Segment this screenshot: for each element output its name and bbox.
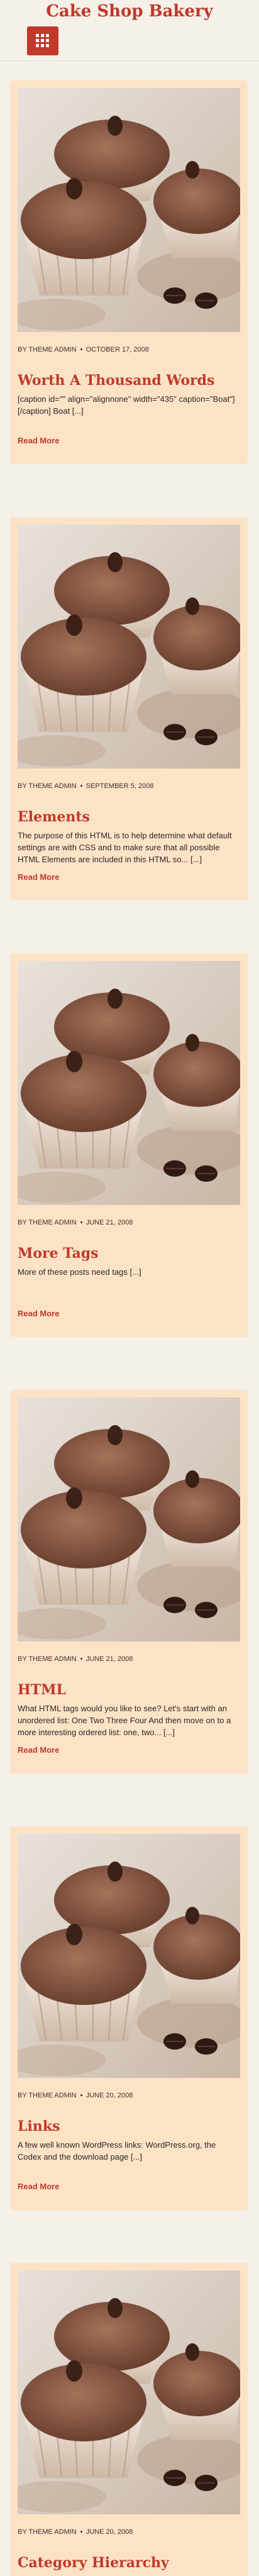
read-more-link[interactable]: Read More: [18, 2181, 59, 2192]
post-thumbnail[interactable]: [18, 525, 240, 769]
meta-separator-icon: [80, 2530, 82, 2533]
read-more-link[interactable]: Read More: [18, 872, 59, 883]
post-card: BY THEME ADMIN JUNE 20, 2008 Category Hie…: [10, 2263, 248, 2576]
page: Cake Shop Bakery BY THEME ADMIN OCTOBER …: [0, 0, 259, 2576]
meta-separator-icon: [80, 1657, 82, 1660]
muffins-image: [18, 2270, 240, 2514]
post-meta: BY THEME ADMIN JUNE 21, 2008: [18, 1218, 240, 1228]
post-author[interactable]: BY THEME ADMIN: [18, 1655, 77, 1663]
post-author[interactable]: BY THEME ADMIN: [18, 782, 77, 790]
post-thumbnail[interactable]: [18, 1834, 240, 2078]
post-title[interactable]: Elements: [18, 808, 240, 826]
read-more-link[interactable]: Read More: [18, 1745, 59, 1756]
post-date[interactable]: JUNE 21, 2008: [86, 1219, 133, 1226]
post-excerpt: A few well known WordPress links: WordPr…: [18, 2140, 216, 2162]
post-meta: BY THEME ADMIN JUNE 21, 2008: [18, 1654, 240, 1664]
muffins-image: [18, 525, 240, 769]
menu-button[interactable]: [27, 26, 58, 55]
post-thumbnail[interactable]: [18, 1397, 240, 1641]
post-excerpt: What HTML tags would you like to see? Le…: [18, 1704, 231, 1737]
post-author[interactable]: BY THEME ADMIN: [18, 2528, 77, 2536]
meta-separator-icon: [80, 2094, 82, 2096]
post-excerpt: More of these posts need tags [...]: [18, 1267, 141, 1277]
post-card: BY THEME ADMIN JUNE 21, 2008 HTML What HT…: [10, 1390, 248, 1774]
post-excerpt: [caption id="" align="alignnone" width="…: [18, 394, 235, 416]
muffins-image: [18, 1834, 240, 2078]
meta-separator-icon: [80, 1221, 82, 1223]
post-card: BY THEME ADMIN OCTOBER 17, 2008 Worth A T…: [10, 80, 248, 464]
post-card: BY THEME ADMIN JUNE 21, 2008 More Tags Mo…: [10, 953, 248, 1337]
post-date[interactable]: JUNE 20, 2008: [86, 2528, 133, 2536]
post-author[interactable]: BY THEME ADMIN: [18, 2092, 77, 2099]
post-date[interactable]: JUNE 21, 2008: [86, 1655, 133, 1663]
post-card: BY THEME ADMIN JUNE 20, 2008 Links A few …: [10, 1826, 248, 2210]
post-excerpt: The purpose of this HTML is to help dete…: [18, 831, 232, 864]
muffins-image: [18, 961, 240, 1205]
site-header: Cake Shop Bakery: [0, 0, 259, 61]
muffins-image: [18, 1397, 240, 1641]
post-title[interactable]: Category Hierarchy: [18, 2553, 240, 2572]
post-date[interactable]: OCTOBER 17, 2008: [86, 346, 149, 353]
post-title[interactable]: HTML: [18, 1680, 240, 1699]
post-meta: BY THEME ADMIN JUNE 20, 2008: [18, 2527, 240, 2537]
post-meta: BY THEME ADMIN JUNE 20, 2008: [18, 2090, 240, 2101]
post-date[interactable]: JUNE 20, 2008: [86, 2092, 133, 2099]
post-meta: BY THEME ADMIN OCTOBER 17, 2008: [18, 345, 240, 355]
post-thumbnail[interactable]: [18, 88, 240, 332]
post-date[interactable]: SEPTEMBER 5, 2008: [86, 782, 154, 790]
post-meta: BY THEME ADMIN SEPTEMBER 5, 2008: [18, 781, 240, 791]
post-thumbnail[interactable]: [18, 961, 240, 1205]
read-more-link[interactable]: Read More: [18, 435, 59, 447]
post-title[interactable]: More Tags: [18, 1244, 240, 1263]
post-title[interactable]: Links: [18, 2117, 240, 2136]
post-card: BY THEME ADMIN SEPTEMBER 5, 2008 Elements…: [10, 517, 248, 901]
site-title[interactable]: Cake Shop Bakery: [0, 1, 259, 21]
post-author[interactable]: BY THEME ADMIN: [18, 346, 77, 353]
read-more-link[interactable]: Read More: [18, 1308, 59, 1319]
meta-separator-icon: [80, 348, 82, 350]
post-author[interactable]: BY THEME ADMIN: [18, 1219, 77, 1226]
grid-menu-icon: [36, 34, 50, 48]
post-thumbnail[interactable]: [18, 2270, 240, 2514]
post-title[interactable]: Worth A Thousand Words: [18, 371, 240, 390]
muffins-image: [18, 88, 240, 332]
meta-separator-icon: [80, 784, 82, 787]
